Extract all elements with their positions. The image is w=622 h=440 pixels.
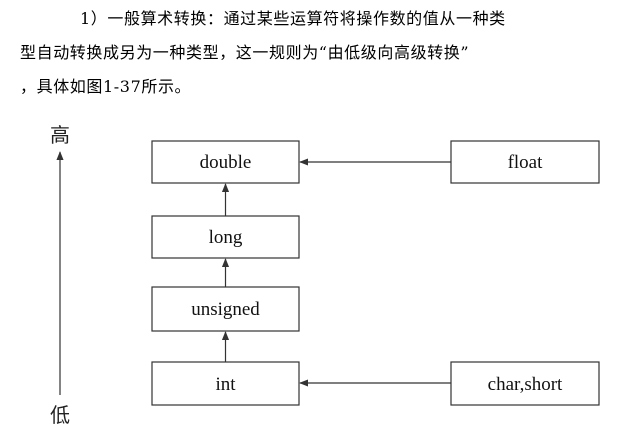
type-conversion-diagram: 高 低 double float long unsigned int char,…: [50, 123, 600, 427]
box-float-label: float: [508, 152, 544, 173]
box-char-short-label: char,short: [488, 374, 563, 395]
box-int: int: [151, 361, 300, 406]
box-long-label: long: [209, 227, 243, 248]
axis-label-high: 高: [50, 123, 70, 147]
box-int-label: int: [215, 374, 236, 395]
box-unsigned-label: unsigned: [191, 299, 260, 320]
box-char-short: char,short: [450, 361, 600, 406]
box-double-label: double: [200, 152, 252, 173]
axis-label-low: 低: [50, 403, 70, 427]
box-long: long: [151, 215, 300, 259]
box-float: float: [450, 140, 600, 184]
box-double: double: [151, 140, 300, 184]
box-unsigned: unsigned: [151, 286, 300, 332]
